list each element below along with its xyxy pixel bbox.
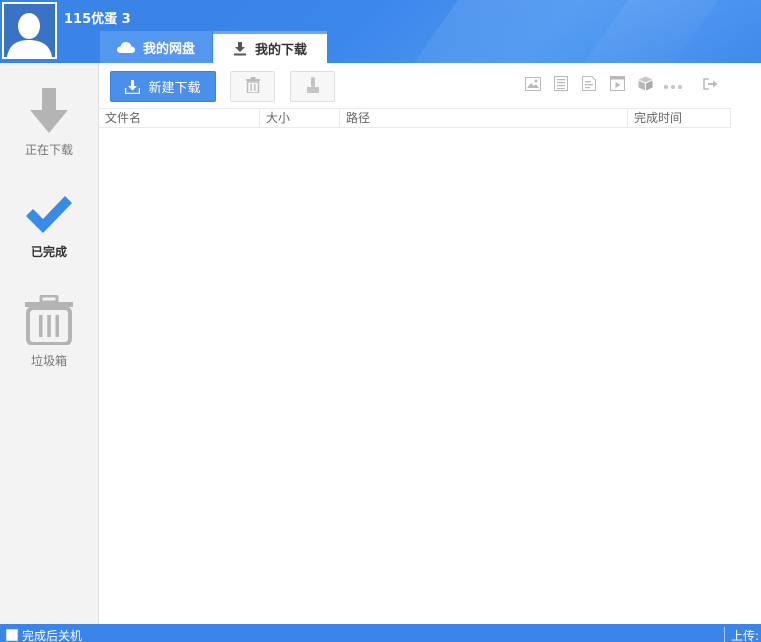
package-filter-button[interactable] xyxy=(636,76,654,94)
more-button[interactable] xyxy=(664,76,682,94)
checkmark-icon xyxy=(24,194,74,239)
upload-icon xyxy=(306,77,320,96)
sidebar-item-label: 已完成 xyxy=(30,245,67,259)
upload-status: 上传: xyxy=(724,627,759,642)
video-icon xyxy=(609,76,625,94)
image-filter-button[interactable] xyxy=(524,76,542,94)
package-icon xyxy=(638,76,653,94)
text-filter-button[interactable] xyxy=(580,76,598,94)
tab-my-downloads[interactable]: 我的下载 xyxy=(213,31,327,63)
document-filter-button[interactable] xyxy=(552,76,570,94)
table-header: 文件名 大小 路径 完成时间 xyxy=(99,108,731,128)
exit-button[interactable] xyxy=(702,76,720,94)
main-panel: 新建下载 文件名 大小 路径 完成时间 xyxy=(99,63,761,624)
new-download-label: 新建下载 xyxy=(148,81,201,96)
delete-button[interactable] xyxy=(230,71,275,102)
sidebar-item-label: 垃圾箱 xyxy=(30,354,67,368)
exit-icon xyxy=(703,77,719,93)
document-icon xyxy=(554,76,568,94)
column-header-completed-time[interactable]: 完成时间 xyxy=(628,109,731,128)
username: 115优蛋 3 xyxy=(64,12,131,27)
image-icon xyxy=(525,76,541,94)
column-header-filename[interactable]: 文件名 xyxy=(99,109,260,128)
delete-icon xyxy=(245,77,260,96)
cloud-icon xyxy=(116,41,135,53)
shutdown-checkbox[interactable] xyxy=(6,629,18,641)
trash-icon xyxy=(24,294,74,348)
avatar[interactable] xyxy=(2,2,57,59)
sidebar-item-downloading[interactable]: 正在下载 xyxy=(0,88,98,158)
user-silhouette-icon xyxy=(4,4,55,57)
sidebar-item-label: 正在下载 xyxy=(24,143,73,157)
video-filter-button[interactable] xyxy=(608,76,626,94)
shutdown-label[interactable]: 完成后关机 xyxy=(22,627,82,642)
text-icon xyxy=(582,76,596,94)
column-header-size[interactable]: 大小 xyxy=(260,109,340,128)
sidebar-item-completed[interactable]: 已完成 xyxy=(0,194,98,260)
download-icon xyxy=(125,79,141,94)
status-bar: 完成后关机 上传: xyxy=(0,624,761,642)
download-icon xyxy=(233,41,247,56)
tab-label: 我的网盘 xyxy=(142,41,195,57)
more-icon xyxy=(664,78,682,92)
sidebar: 正在下载 已完成 垃圾箱 xyxy=(0,63,99,624)
tab-label: 我的下载 xyxy=(254,43,307,58)
upload-button[interactable] xyxy=(290,71,335,102)
sidebar-item-trash[interactable]: 垃圾箱 xyxy=(0,294,98,369)
column-header-path[interactable]: 路径 xyxy=(340,109,628,128)
tab-my-cloud[interactable]: 我的网盘 xyxy=(100,31,212,63)
arrow-down-icon xyxy=(29,88,69,137)
new-download-button[interactable]: 新建下载 xyxy=(110,71,216,102)
